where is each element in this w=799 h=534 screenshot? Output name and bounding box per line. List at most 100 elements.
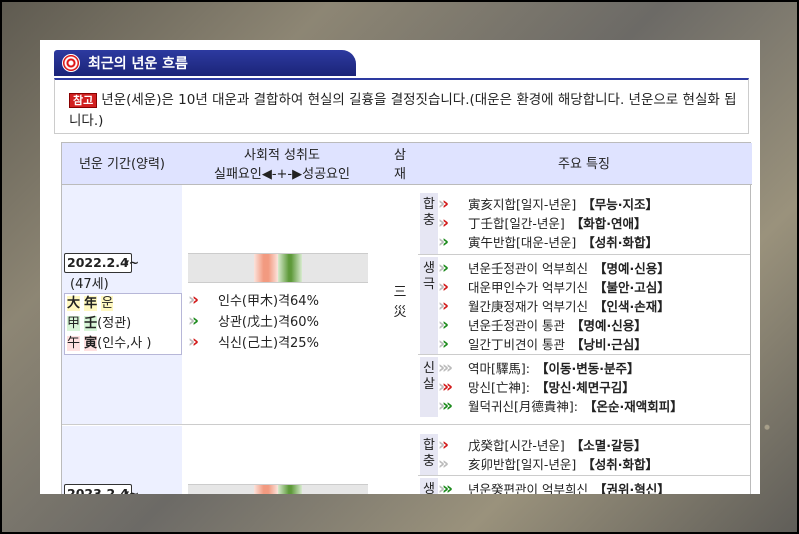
- chevron-right-icon: ›››: [438, 378, 468, 397]
- group-label-char: 살: [423, 377, 435, 392]
- luck-char: 年: [84, 296, 98, 311]
- arrow-glyph: ›: [442, 454, 449, 474]
- chevron-right-icon: ›››: [438, 479, 468, 495]
- features-cell: 합충 ›› 寅亥지합[일지-년운] 【무능·지조】 ›› 丁壬합[일간-년운] 【화합·…: [418, 185, 750, 424]
- luck-desc: (인수,사 ): [97, 336, 152, 351]
- feature-text: 戊癸합[시간-년운]: [468, 438, 565, 453]
- bar-fail-segment: [254, 485, 278, 494]
- chevron-right-icon: ››: [438, 436, 468, 455]
- feature-group-saeng: 생 ››› 년운癸편관이 억부희신 【권위·혁신】: [418, 478, 750, 494]
- period-cell: 2022.2.4~ ▾ (47세) 大 年 운 甲 壬(정관) 午 寅(인수,사…: [62, 185, 182, 424]
- arrow-glyph: ›: [442, 232, 449, 252]
- chevron-right-icon: ››: [438, 316, 468, 335]
- target-icon: [62, 54, 80, 72]
- header-social-scale: 실패요인◀-+-▶성공요인: [214, 167, 350, 182]
- group-label: 합충: [420, 434, 438, 475]
- group-label-char: 충: [423, 454, 435, 469]
- feature-text: 寅午반합[대운-년운]: [468, 235, 577, 250]
- feature-text: 월덕귀신[月德貴神]:: [468, 399, 578, 414]
- feature-text: 월간庚정재가 억부기신: [468, 299, 588, 314]
- arrow-glyph: ›: [442, 258, 449, 278]
- social-cell: ›› 인수(甲木)격64% ›› 상관(戊土)격60% ›› 식신(己土)격25%: [182, 185, 382, 424]
- date-select[interactable]: 2022.2.4~ ▾: [64, 253, 139, 273]
- luck-char: 寅: [84, 336, 98, 351]
- luck-char: 大: [67, 296, 81, 311]
- chevron-right-icon: ››: [438, 297, 468, 316]
- feature-item: ›› 년운壬정관이 통관 【명예·신용】: [438, 316, 647, 335]
- group-label-char: 극: [423, 277, 435, 292]
- luck-char: 운: [101, 296, 114, 311]
- feature-keyword: 【성취·화합】: [582, 457, 659, 472]
- chevron-right-icon: ››: [438, 214, 468, 233]
- feature-item: ›› 년운壬정관이 억부희신 【명예·신용】: [438, 259, 670, 278]
- arrow-glyph: ›: [446, 479, 453, 495]
- date-select[interactable]: 2023.2.4~ ▾: [64, 484, 139, 494]
- feature-keyword: 【화합·연애】: [570, 216, 647, 231]
- arrow-glyph: ›: [442, 435, 449, 455]
- samjae-char: 三: [393, 285, 407, 300]
- yearly-luck-panel: 최근의 년운 흐름 참고 년운(세운)은 10년 대운과 결합하여 현실의 길흉을…: [40, 40, 760, 494]
- header-social: 사회적 성취도 실패요인◀-+-▶성공요인: [182, 146, 382, 184]
- features-cell: 합충 ›› 戊癸합[시간-년운] 【소멸·갈등】 ›› 亥卯반합[일지-년운] 【성취·…: [418, 426, 750, 494]
- chevron-right-icon: ››: [438, 195, 468, 214]
- feature-text: 역마[驛馬]:: [468, 361, 530, 376]
- samjae-char: 災: [393, 305, 407, 320]
- group-label-char: 합: [423, 197, 435, 212]
- feature-group-sinsal: 신살 ››› 역마[驛馬]: 【이동·변동·분주】 ››› 망신[亡神]: 【망신·체면…: [418, 357, 750, 417]
- feature-text: 망신[亡神]:: [468, 380, 530, 395]
- feature-keyword: 【망신·체면구김】: [535, 380, 635, 395]
- factor-item: ›› 식신(己土)격25%: [188, 333, 319, 352]
- feature-keyword: 【권위·혁신】: [593, 482, 670, 494]
- feature-item: ››› 역마[驛馬]: 【이동·변동·분주】: [438, 359, 639, 378]
- feature-group-hapchung: 합충 ›› 戊癸합[시간-년운] 【소멸·갈등】 ›› 亥卯반합[일지-년운] 【성취·…: [418, 434, 750, 476]
- notice-badge: 참고: [69, 93, 98, 108]
- arrow-glyph: ›: [442, 213, 449, 233]
- bar-success-segment: [278, 254, 302, 282]
- feature-keyword: 【낭비·근심】: [570, 337, 647, 352]
- group-label: 합충: [420, 193, 438, 254]
- feature-text: 寅亥지합[일지-년운]: [468, 197, 577, 212]
- feature-item: ›› 일간丁비견이 통관 【낭비·근심】: [438, 335, 647, 354]
- group-label-char: 신: [423, 361, 435, 376]
- feature-keyword: 【불안·고심】: [593, 280, 670, 295]
- factor-text: 인수(甲木)격64%: [218, 294, 319, 309]
- header-features: 주요 특징: [558, 157, 610, 172]
- feature-item: ›› 월간庚정재가 억부기신 【인색·손재】: [438, 297, 670, 316]
- dropdown-arrow-icon: ▾: [124, 489, 129, 494]
- arrow-glyph: ›: [442, 194, 449, 214]
- notice-text: 년운(세운)은 10년 대운과 결합하여 현실의 길흉을 결정짓습니다.(대운은…: [69, 92, 737, 129]
- samjae-cell: [382, 426, 418, 494]
- feature-text: 년운壬정관이 통관: [468, 318, 565, 333]
- bar-fail-segment: [254, 254, 278, 282]
- chevron-right-icon: ››: [438, 455, 468, 474]
- arrow-glyph: ›: [446, 377, 453, 397]
- achievement-bar: [188, 253, 368, 283]
- notice-box: 참고 년운(세운)은 10년 대운과 결합하여 현실의 길흉을 결정짓습니다.(대…: [54, 78, 749, 134]
- feature-keyword: 【명예·신용】: [570, 318, 647, 333]
- header-period: 년운 기간(양력): [78, 157, 166, 172]
- age-label: (47세): [70, 277, 109, 292]
- factor-text: 상관(戊土)격60%: [218, 315, 319, 330]
- feature-item: ›› 寅午반합[대운-년운] 【성취·화합】: [438, 233, 658, 252]
- arrow-glyph: ›: [192, 290, 199, 310]
- feature-keyword: 【명예·신용】: [593, 261, 670, 276]
- feature-text: 亥卯반합[일지-년운]: [468, 457, 577, 472]
- chevron-right-icon: ››: [438, 233, 468, 252]
- chevron-right-icon: ››: [188, 291, 218, 311]
- chevron-right-icon: ››: [438, 259, 468, 278]
- feature-keyword: 【무능·지조】: [582, 197, 659, 212]
- samjae-cell: 三 災: [382, 185, 418, 424]
- dropdown-arrow-icon: ▾: [124, 258, 129, 268]
- feature-item: ›› 戊癸합[시간-년운] 【소멸·갈등】: [438, 436, 647, 455]
- luck-line: 午 寅(인수,사 ): [67, 334, 181, 354]
- luck-desc: (정관): [97, 316, 132, 331]
- luck-char: 甲: [67, 316, 81, 331]
- header-samjae: 삼 재: [382, 146, 418, 184]
- header-samjae-2: 재: [394, 167, 406, 182]
- feature-group-hapchung: 합충 ›› 寅亥지합[일지-년운] 【무능·지조】 ›› 丁壬합[일간-년운] 【화합·…: [418, 193, 750, 255]
- feature-item: ›› 대운甲인수가 억부기신 【불안·고심】: [438, 278, 670, 297]
- feature-item: ›› 寅亥지합[일지-년운] 【무능·지조】: [438, 195, 658, 214]
- feature-text: 일간丁비견이 통관: [468, 337, 565, 352]
- table-row: 2023.2.4~ ▾ 합충 ›› 戊癸합[시간-년운] 【소멸·갈등】 ›› 亥卯반…: [62, 426, 750, 494]
- header-samjae-1: 삼: [394, 148, 406, 163]
